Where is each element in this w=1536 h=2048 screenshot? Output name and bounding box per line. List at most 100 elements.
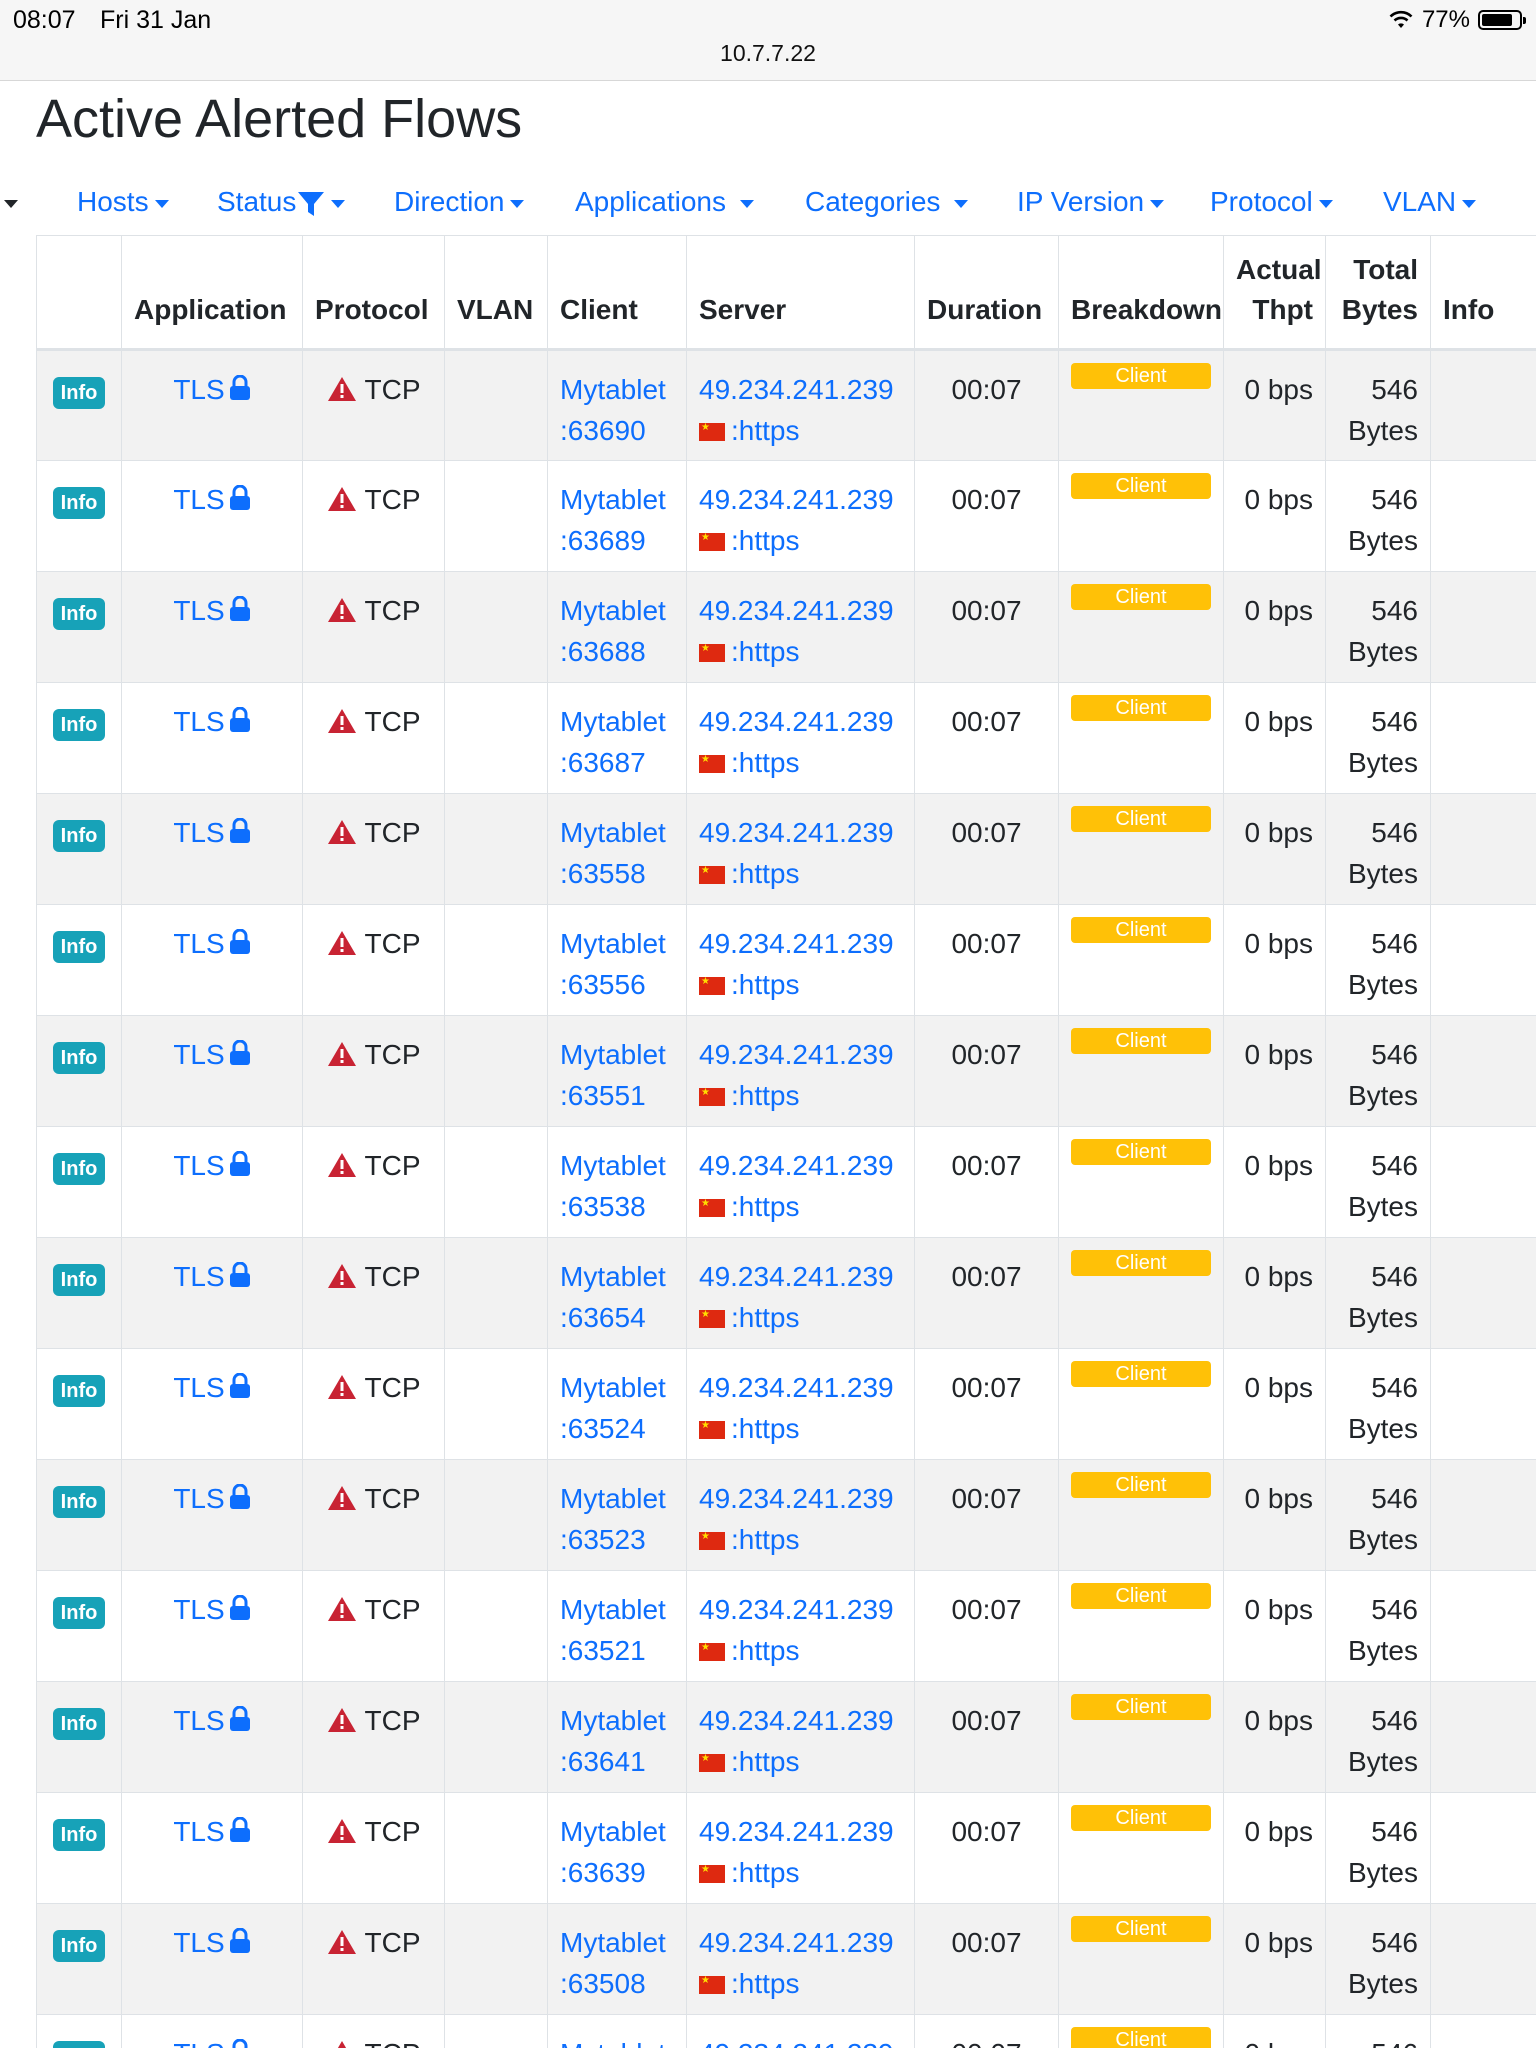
client-host-link[interactable]: Mytablet bbox=[560, 1594, 666, 1625]
server-ip-link[interactable]: 49.234.241.239 bbox=[699, 374, 894, 405]
col-header-vlan[interactable]: VLAN bbox=[444, 235, 548, 351]
client-host-link[interactable]: Mytablet bbox=[560, 2038, 666, 2048]
flows-table-container[interactable]: Application Protocol VLAN Client Server … bbox=[36, 235, 1536, 2048]
filter-vlan[interactable]: VLAN bbox=[1383, 182, 1477, 222]
application-link[interactable]: TLS bbox=[173, 928, 224, 959]
filter-protocol[interactable]: Protocol bbox=[1210, 182, 1333, 222]
server-ip-link[interactable]: 49.234.241.239 bbox=[699, 2038, 894, 2048]
filter-truncated-dropdown[interactable] bbox=[4, 182, 18, 222]
client-host-link[interactable]: Mytablet bbox=[560, 817, 666, 848]
server-ip-link[interactable]: 49.234.241.239 bbox=[699, 1483, 894, 1514]
info-button[interactable]: Info bbox=[52, 2041, 106, 2048]
info-button[interactable]: Info bbox=[52, 709, 106, 741]
col-header-duration[interactable]: Duration bbox=[914, 235, 1059, 351]
client-port-link[interactable]: :63538 bbox=[560, 1191, 646, 1222]
client-host-link[interactable]: Mytablet bbox=[560, 1816, 666, 1847]
server-port-link[interactable]: :https bbox=[731, 1635, 799, 1666]
info-button[interactable]: Info bbox=[52, 1597, 106, 1629]
application-link[interactable]: TLS bbox=[173, 706, 224, 737]
server-ip-link[interactable]: 49.234.241.239 bbox=[699, 1927, 894, 1958]
server-ip-link[interactable]: 49.234.241.239 bbox=[699, 1039, 894, 1070]
col-header-protocol[interactable]: Protocol bbox=[302, 235, 445, 351]
filter-applications[interactable]: Applications bbox=[575, 182, 754, 222]
server-port-link[interactable]: :https bbox=[731, 1857, 799, 1888]
info-button[interactable]: Info bbox=[52, 1486, 106, 1518]
client-host-link[interactable]: Mytablet bbox=[560, 1039, 666, 1070]
server-ip-link[interactable]: 49.234.241.239 bbox=[699, 1150, 894, 1181]
client-host-link[interactable]: Mytablet bbox=[560, 1261, 666, 1292]
client-host-link[interactable]: Mytablet bbox=[560, 1150, 666, 1181]
col-header-total-bytes[interactable]: Total Bytes bbox=[1325, 235, 1431, 351]
server-port-link[interactable]: :https bbox=[731, 636, 799, 667]
server-port-link[interactable]: :https bbox=[731, 525, 799, 556]
server-ip-link[interactable]: 49.234.241.239 bbox=[699, 1372, 894, 1403]
server-port-link[interactable]: :https bbox=[731, 1413, 799, 1444]
info-button[interactable]: Info bbox=[52, 1042, 106, 1074]
server-port-link[interactable]: :https bbox=[731, 1746, 799, 1777]
client-port-link[interactable]: :63523 bbox=[560, 1524, 646, 1555]
col-header-server[interactable]: Server bbox=[686, 235, 915, 351]
server-port-link[interactable]: :https bbox=[731, 1080, 799, 1111]
server-ip-link[interactable]: 49.234.241.239 bbox=[699, 484, 894, 515]
client-host-link[interactable]: Mytablet bbox=[560, 1927, 666, 1958]
info-button[interactable]: Info bbox=[52, 487, 106, 519]
client-host-link[interactable]: Mytablet bbox=[560, 928, 666, 959]
application-link[interactable]: TLS bbox=[173, 484, 224, 515]
client-port-link[interactable]: :63521 bbox=[560, 1635, 646, 1666]
application-link[interactable]: TLS bbox=[173, 1816, 224, 1847]
client-host-link[interactable]: Mytablet bbox=[560, 484, 666, 515]
col-header-actual-thpt[interactable]: Actual Thpt bbox=[1223, 235, 1326, 351]
client-port-link[interactable]: :63639 bbox=[560, 1857, 646, 1888]
client-port-link[interactable]: :63558 bbox=[560, 858, 646, 889]
client-port-link[interactable]: :63641 bbox=[560, 1746, 646, 1777]
info-button[interactable]: Info bbox=[52, 598, 106, 630]
client-host-link[interactable]: Mytablet bbox=[560, 706, 666, 737]
filter-ip-version[interactable]: IP Version bbox=[1017, 182, 1165, 222]
application-link[interactable]: TLS bbox=[173, 1927, 224, 1958]
server-port-link[interactable]: :https bbox=[731, 1968, 799, 1999]
client-port-link[interactable]: :63654 bbox=[560, 1302, 646, 1333]
info-button[interactable]: Info bbox=[52, 1930, 106, 1962]
client-port-link[interactable]: :63689 bbox=[560, 525, 646, 556]
application-link[interactable]: TLS bbox=[173, 1594, 224, 1625]
server-port-link[interactable]: :https bbox=[731, 1191, 799, 1222]
info-button[interactable]: Info bbox=[52, 1264, 106, 1296]
client-port-link[interactable]: :63524 bbox=[560, 1413, 646, 1444]
server-port-link[interactable]: :https bbox=[731, 747, 799, 778]
server-ip-link[interactable]: 49.234.241.239 bbox=[699, 928, 894, 959]
filter-hosts[interactable]: Hosts bbox=[77, 182, 169, 222]
application-link[interactable]: TLS bbox=[173, 817, 224, 848]
application-link[interactable]: TLS bbox=[173, 1705, 224, 1736]
application-link[interactable]: TLS bbox=[173, 1483, 224, 1514]
server-ip-link[interactable]: 49.234.241.239 bbox=[699, 1594, 894, 1625]
server-ip-link[interactable]: 49.234.241.239 bbox=[699, 706, 894, 737]
server-ip-link[interactable]: 49.234.241.239 bbox=[699, 595, 894, 626]
client-host-link[interactable]: Mytablet bbox=[560, 595, 666, 626]
info-button[interactable]: Info bbox=[52, 931, 106, 963]
server-ip-link[interactable]: 49.234.241.239 bbox=[699, 1816, 894, 1847]
server-port-link[interactable]: :https bbox=[731, 969, 799, 1000]
client-host-link[interactable]: Mytablet bbox=[560, 374, 666, 405]
info-button[interactable]: Info bbox=[52, 1153, 106, 1185]
server-port-link[interactable]: :https bbox=[731, 1302, 799, 1333]
application-link[interactable]: TLS bbox=[173, 1150, 224, 1181]
client-port-link[interactable]: :63551 bbox=[560, 1080, 646, 1111]
address-bar-url[interactable]: 10.7.7.22 bbox=[0, 40, 1536, 67]
application-link[interactable]: TLS bbox=[173, 595, 224, 626]
info-button[interactable]: Info bbox=[52, 820, 106, 852]
application-link[interactable]: TLS bbox=[173, 1261, 224, 1292]
application-link[interactable]: TLS bbox=[173, 374, 224, 405]
server-ip-link[interactable]: 49.234.241.239 bbox=[699, 1261, 894, 1292]
filter-status[interactable]: Status bbox=[217, 182, 346, 222]
server-ip-link[interactable]: 49.234.241.239 bbox=[699, 1705, 894, 1736]
info-button[interactable]: Info bbox=[52, 1375, 106, 1407]
client-port-link[interactable]: :63508 bbox=[560, 1968, 646, 1999]
filter-categories[interactable]: Categories bbox=[805, 182, 969, 222]
client-host-link[interactable]: Mytablet bbox=[560, 1705, 666, 1736]
client-host-link[interactable]: Mytablet bbox=[560, 1483, 666, 1514]
server-ip-link[interactable]: 49.234.241.239 bbox=[699, 817, 894, 848]
info-button[interactable]: Info bbox=[52, 377, 106, 409]
client-host-link[interactable]: Mytablet bbox=[560, 1372, 666, 1403]
col-header-client[interactable]: Client bbox=[547, 235, 687, 351]
server-port-link[interactable]: :https bbox=[731, 1524, 799, 1555]
